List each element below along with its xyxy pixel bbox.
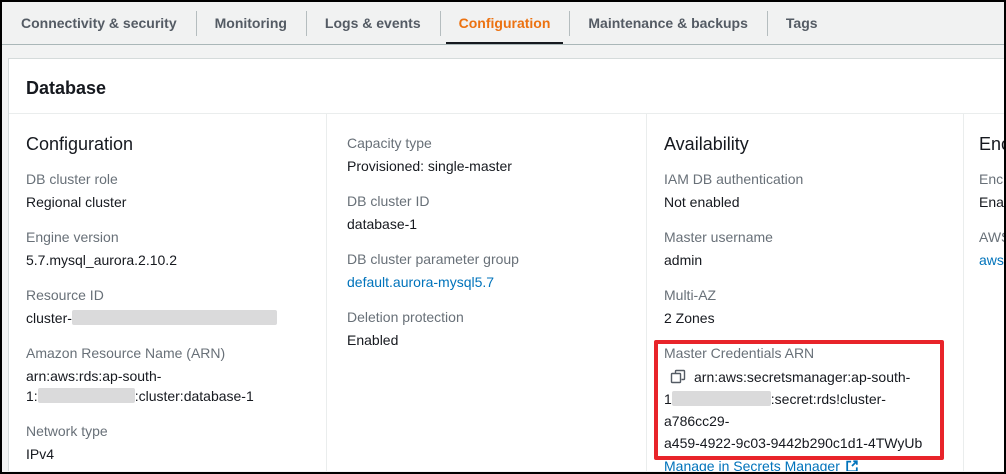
external-link-icon [845, 458, 859, 471]
field-network-type: Network type IPv4 [26, 422, 308, 464]
field-value: Enabled [347, 330, 628, 350]
field-label: Amazon Resource Name (ARN) [26, 344, 308, 362]
section-heading-configuration: Configuration [26, 134, 308, 154]
field-iam-db-authentication: IAM DB authentication Not enabled [664, 170, 945, 212]
page-content: Database Configuration DB cluster role R… [2, 45, 1004, 471]
database-card-header: Database [9, 59, 1004, 114]
parameter-group-link[interactable]: default.aurora-mysql5.7 [347, 274, 494, 290]
tab-bar: Connectivity & security Monitoring Logs … [2, 2, 1004, 45]
field-label: AWS KMS key [979, 228, 986, 246]
field-label: DB cluster ID [347, 192, 628, 210]
page-title: Database [26, 77, 984, 99]
field-value: default.aurora-mysql5.7 [347, 272, 628, 292]
field-label: Encryption [979, 170, 986, 188]
tab-label: Monitoring [215, 15, 287, 31]
tab-connectivity-security[interactable]: Connectivity & security [2, 2, 196, 44]
field-label: Multi-AZ [664, 286, 945, 304]
field-capacity-type: Capacity type Provisioned: single-master [347, 134, 628, 176]
field-value: cluster- [26, 308, 308, 328]
field-value: database-1 [347, 214, 628, 234]
field-label: Master username [664, 228, 945, 246]
field-aws-kms-key: AWS KMS key aws/rds [979, 228, 986, 270]
field-label: Master Credentials ARN [664, 344, 945, 362]
tab-label: Logs & events [325, 15, 421, 31]
field-label: Capacity type [347, 134, 628, 152]
arn-line-1: arn:aws:rds:ap-south- [26, 366, 308, 386]
field-value: admin [664, 250, 945, 270]
field-value: Enabled [979, 192, 986, 212]
tab-monitoring[interactable]: Monitoring [196, 2, 306, 44]
tab-configuration[interactable]: Configuration [440, 2, 570, 44]
field-value: 2 Zones [664, 308, 945, 328]
field-db-cluster-parameter-group: DB cluster parameter group default.auror… [347, 250, 628, 292]
column-capacity: Capacity type Provisioned: single-master… [326, 114, 646, 471]
field-label: Deletion protection [347, 308, 628, 326]
tab-tags[interactable]: Tags [767, 2, 837, 44]
field-master-username: Master username admin [664, 228, 945, 270]
field-arn: Amazon Resource Name (ARN) arn:aws:rds:a… [26, 344, 308, 406]
master-credentials-arn-line-3: a459-4922-9c03-9442b290c1d1-4TWyUb [664, 432, 945, 454]
section-heading-availability: Availability [664, 134, 945, 154]
column-encryption: Encryption Encryption Enabled AWS KMS ke… [963, 114, 1004, 471]
field-resource-id: Resource ID cluster- [26, 286, 308, 328]
database-card: Database Configuration DB cluster role R… [8, 58, 1004, 471]
field-label: DB cluster role [26, 170, 308, 188]
field-value: IPv4 [26, 444, 308, 464]
arn-line-2: 1::cluster:database-1 [26, 386, 308, 406]
tab-label: Configuration [459, 15, 551, 31]
field-value: arn:aws:rds:ap-south- 1::cluster:databas… [26, 366, 308, 406]
manage-in-secrets-manager-link[interactable]: Manage in Secrets Manager [664, 456, 859, 471]
field-value: aws/rds [979, 250, 986, 270]
field-label: Resource ID [26, 286, 308, 304]
master-credentials-arn-line-1: arn:aws:secretsmanager:ap-south- [664, 366, 945, 388]
field-label: DB cluster parameter group [347, 250, 628, 268]
redacted-text [72, 310, 277, 325]
section-heading-encryption: Encryption [979, 134, 986, 154]
field-value: Regional cluster [26, 192, 308, 212]
tab-maintenance-backups[interactable]: Maintenance & backups [569, 2, 767, 44]
database-card-body: Configuration DB cluster role Regional c… [9, 114, 1004, 471]
field-deletion-protection: Deletion protection Enabled [347, 308, 628, 350]
field-label: Engine version [26, 228, 308, 246]
column-availability: Availability IAM DB authentication Not e… [646, 114, 963, 471]
tab-label: Connectivity & security [21, 15, 177, 31]
field-label: Network type [26, 422, 308, 440]
resource-id-prefix: cluster- [26, 310, 72, 326]
master-credentials-arn-line-2: 1:secret:rds!cluster-a786cc29- [664, 388, 945, 432]
field-encryption: Encryption Enabled [979, 170, 986, 212]
column-configuration: Configuration DB cluster role Regional c… [9, 114, 326, 471]
field-value: 5.7.mysql_aurora.2.10.2 [26, 250, 308, 270]
field-value: Not enabled [664, 192, 945, 212]
copy-icon[interactable] [670, 369, 686, 385]
field-multi-az: Multi-AZ 2 Zones [664, 286, 945, 328]
field-label: IAM DB authentication [664, 170, 945, 188]
field-engine-version: Engine version 5.7.mysql_aurora.2.10.2 [26, 228, 308, 270]
redacted-text [672, 391, 771, 406]
redacted-text [38, 388, 135, 403]
field-db-cluster-id: DB cluster ID database-1 [347, 192, 628, 234]
tab-label: Tags [786, 15, 818, 31]
screenshot-frame: Connectivity & security Monitoring Logs … [0, 0, 1006, 474]
field-master-credentials-arn: Master Credentials ARN arn:aws:secretsma… [664, 344, 945, 471]
kms-key-link[interactable]: aws/rds [979, 252, 1004, 268]
field-value: Provisioned: single-master [347, 156, 628, 176]
tab-label: Maintenance & backups [588, 15, 748, 31]
tab-logs-events[interactable]: Logs & events [306, 2, 440, 44]
field-db-cluster-role: DB cluster role Regional cluster [26, 170, 308, 212]
